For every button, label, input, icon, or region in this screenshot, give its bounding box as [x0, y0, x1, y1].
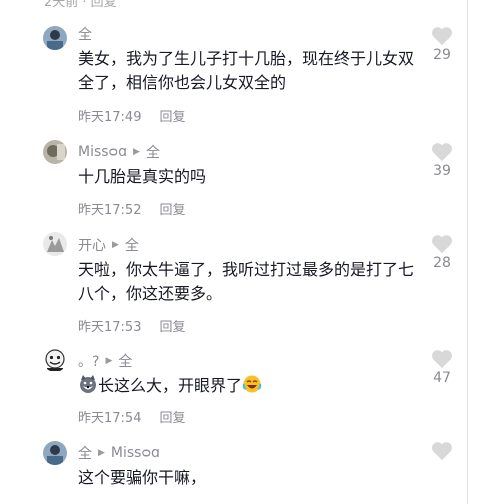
comment-footer: 昨天17:52 回复: [78, 199, 185, 218]
comment-footer: 昨天17:54 回复: [78, 407, 185, 426]
comment-text: 十几胎是真实的吗: [78, 167, 207, 186]
comment-username[interactable]: 全: [78, 25, 92, 43]
comment-text-row: 长这么大，开眼界了: [78, 374, 418, 401]
username-text[interactable]: 开心: [78, 235, 106, 255]
like-button[interactable]: 47: [429, 349, 455, 386]
like-button[interactable]: 28: [429, 234, 455, 271]
comment-text: 美女，我为了生儿子打十几胎，现在终于儿女双全了，相信你也会儿女双全的: [78, 49, 415, 92]
comment-username-row: Missᴑɑ ▶ 全: [78, 143, 160, 161]
avatar[interactable]: [43, 232, 67, 256]
triangle-right-icon: ▶: [133, 147, 140, 157]
comment-text: 这个要骗你干嘛，: [78, 468, 207, 487]
reply-to-username[interactable]: 全: [146, 142, 160, 162]
comment-footer: 昨天17:49 回复: [78, 106, 185, 125]
username-text[interactable]: 全: [78, 24, 92, 44]
comment-text: 长这么大，开眼界了: [98, 376, 243, 395]
username-text[interactable]: 。?: [78, 351, 99, 371]
heart-outline-icon: [432, 27, 452, 46]
comment-time: 昨天17:54: [78, 411, 142, 426]
like-count: 39: [433, 163, 451, 179]
comment-time: 昨天17:49: [78, 110, 142, 125]
comment-footer: 昨天17:53 回复: [78, 316, 185, 335]
avatar[interactable]: [43, 140, 67, 164]
comment-username-row: 开心 ▶ 全: [78, 236, 139, 254]
comment-username-row: 。? ▶ 全: [78, 352, 132, 370]
like-count: 29: [433, 47, 451, 63]
reply-button[interactable]: 回复: [159, 106, 185, 125]
reply-button[interactable]: 回复: [159, 199, 185, 218]
comment-username-row: 全 ▶ Missᴑɑ: [78, 444, 160, 462]
reply-to-username[interactable]: 全: [118, 351, 132, 371]
comment-time: 昨天17:52: [78, 203, 142, 218]
avatar[interactable]: [43, 26, 67, 50]
like-button[interactable]: 29: [429, 26, 455, 63]
like-count: 47: [433, 370, 451, 386]
triangle-right-icon: ▶: [112, 240, 119, 250]
triangle-right-icon: ▶: [105, 356, 113, 366]
reply-to-username[interactable]: Missᴑɑ: [111, 445, 160, 461]
previous-comment-meta: 2天前 · 回复: [44, 0, 117, 10]
heart-outline-icon: [432, 235, 452, 254]
username-text[interactable]: Missᴑɑ: [78, 144, 127, 160]
comment-time: 昨天17:53: [78, 320, 142, 335]
reply-button[interactable]: 回复: [159, 316, 185, 335]
like-button[interactable]: [429, 441, 455, 461]
comment-text: 天啦，你太牛逼了，我听过打过最多的是打了七八个，你这还要多。: [78, 260, 415, 303]
triangle-right-icon: ▶: [98, 448, 105, 458]
reply-button[interactable]: 回复: [159, 407, 185, 426]
laughing-tears-emoji: [242, 374, 262, 401]
heart-outline-icon: [432, 442, 452, 461]
reply-to-username[interactable]: 全: [125, 235, 139, 255]
heart-outline-icon: [432, 143, 452, 162]
like-button[interactable]: 39: [429, 142, 455, 179]
avatar[interactable]: [43, 441, 67, 465]
like-count: 28: [433, 255, 451, 271]
right-edge-divider: [467, 0, 468, 504]
username-text[interactable]: 全: [78, 443, 92, 463]
avatar[interactable]: [43, 348, 67, 372]
heart-outline-icon: [432, 350, 452, 369]
husky-emoji: [78, 374, 98, 401]
